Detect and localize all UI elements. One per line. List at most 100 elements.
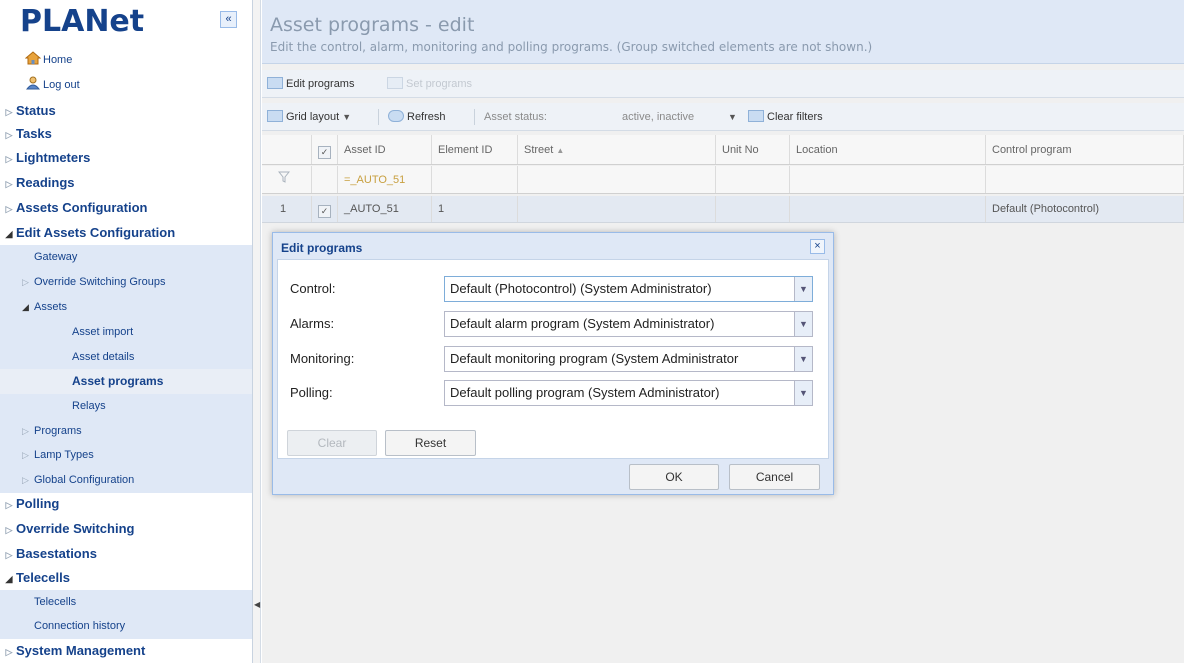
filter-icon	[262, 166, 312, 193]
asset-status-dropdown[interactable]: ▼	[728, 108, 737, 126]
nav-system-management-label: System Management	[16, 643, 146, 658]
nav-basestations[interactable]: ▷ Basestations	[0, 541, 252, 566]
sidebar-item-global-configuration[interactable]: ▷ Global Configuration	[0, 468, 252, 493]
control-select[interactable]: Default (Photocontrol) (System Administr…	[444, 276, 813, 302]
sort-asc-icon: ▲	[556, 146, 565, 155]
nav-assets-configuration[interactable]: ▷ Assets Configuration	[0, 195, 252, 220]
filter-unit-no[interactable]	[716, 166, 790, 193]
collapse-sidebar-button[interactable]: «	[220, 11, 237, 28]
nav-readings[interactable]: ▷ Readings	[0, 170, 252, 195]
select-all-checkbox[interactable]: ✓	[318, 146, 331, 159]
table-row[interactable]: 1 ✓ _AUTO_51 1 Default (Photocontrol)	[262, 196, 1184, 223]
clear-button[interactable]: Clear	[287, 430, 377, 456]
ok-button[interactable]: OK	[629, 464, 719, 490]
nav-tasks[interactable]: ▷ Tasks	[0, 121, 252, 146]
set-programs-label: Set programs	[406, 78, 473, 90]
nav-status[interactable]: ▷ Status	[0, 98, 252, 123]
column-header-asset-id[interactable]: Asset ID	[338, 135, 432, 164]
filter-cell	[312, 166, 338, 193]
sidebar-item-assets[interactable]: ◢ Assets	[0, 295, 252, 320]
grid-layout-label: Grid layout	[286, 111, 340, 123]
expand-arrow-icon: ▷	[22, 426, 29, 436]
chevron-down-icon[interactable]: ▼	[794, 312, 812, 336]
sidebar-item-gateway[interactable]: Gateway	[0, 245, 252, 270]
alarms-select[interactable]: Default alarm program (System Administra…	[444, 311, 813, 337]
nav-lightmeters[interactable]: ▷ Lightmeters	[0, 145, 252, 170]
sidebar-item-label: Connection history	[34, 620, 126, 632]
grid-header: ✓ Asset ID Element ID Street ▲ Unit No L…	[262, 135, 1184, 165]
refresh-button[interactable]: Refresh	[388, 108, 446, 126]
sidebar-item-label: Assets	[34, 301, 68, 313]
expand-arrow-icon: ▷	[22, 450, 29, 460]
polling-select[interactable]: Default polling program (System Administ…	[444, 380, 813, 406]
sidebar-item-asset-details[interactable]: Asset details	[0, 345, 252, 370]
nav-system-management[interactable]: ▷ System Management	[0, 638, 252, 663]
chevron-down-icon: ▼	[728, 112, 737, 122]
sidebar-splitter[interactable]: ◀	[253, 0, 261, 663]
cancel-button[interactable]: Cancel	[729, 464, 820, 490]
control-label: Control:	[290, 281, 336, 296]
asset-status-value[interactable]: active, inactive	[622, 108, 694, 126]
cell-element-id: 1	[432, 196, 518, 222]
sidebar-item-asset-programs[interactable]: Asset programs	[0, 369, 252, 394]
app-window: PLANet « Home Log out ▷ Status ▷ Tasks ▷ Li…	[0, 0, 1184, 663]
collapse-arrow-icon: ◢	[22, 302, 29, 312]
sidebar-item-connection-history[interactable]: Connection history	[0, 614, 252, 639]
logout-link[interactable]: Log out	[25, 75, 80, 95]
column-header-unit-no[interactable]: Unit No	[716, 135, 790, 164]
toolbar-separator	[378, 109, 379, 125]
toolbar-separator	[474, 109, 475, 125]
sidebar-item-label: Telecells	[34, 596, 77, 608]
grid-layout-button[interactable]: Grid layout ▼	[267, 108, 351, 126]
column-header-control-program[interactable]: Control program	[986, 135, 1184, 164]
close-icon[interactable]: ×	[810, 239, 825, 254]
monitoring-select[interactable]: Default monitoring program (System Admin…	[444, 346, 813, 372]
sidebar-item-label: Asset details	[72, 351, 135, 363]
user-icon	[25, 76, 41, 90]
filter-street[interactable]	[518, 166, 716, 193]
nav-readings-label: Readings	[16, 175, 75, 190]
column-header-location[interactable]: Location	[790, 135, 986, 164]
column-header-element-id[interactable]: Element ID	[432, 135, 518, 164]
collapse-arrow-icon: ◢	[5, 229, 13, 239]
filter-element-id[interactable]	[432, 166, 518, 193]
nav-telecells[interactable]: ◢ Telecells	[0, 565, 252, 590]
nav-edit-assets-configuration[interactable]: ◢ Edit Assets Configuration	[0, 220, 252, 245]
home-link[interactable]: Home	[24, 50, 72, 70]
grid-layout-icon	[267, 110, 283, 122]
filter-location[interactable]	[790, 166, 986, 193]
chevron-down-icon[interactable]: ▼	[794, 277, 812, 301]
reset-button[interactable]: Reset	[385, 430, 476, 456]
nav-polling-label: Polling	[16, 496, 60, 511]
row-checkbox[interactable]: ✓	[318, 205, 331, 218]
sidebar-item-relays[interactable]: Relays	[0, 394, 252, 419]
asset-status-label: Asset status:	[484, 111, 547, 123]
sidebar-item-label: Programs	[34, 425, 82, 437]
filter-control-program[interactable]	[986, 166, 1184, 193]
set-programs-button[interactable]: Set programs	[387, 75, 472, 93]
nav-override-switching[interactable]: ▷ Override Switching	[0, 516, 252, 541]
filter-asset-id[interactable]: =_AUTO_51	[338, 166, 432, 193]
column-header-street[interactable]: Street ▲	[518, 135, 716, 164]
edit-programs-button[interactable]: Edit programs	[267, 75, 354, 93]
collapse-left-icon[interactable]: ◀	[254, 600, 260, 609]
nav-polling[interactable]: ▷ Polling	[0, 491, 252, 516]
select-all-header[interactable]: ✓	[312, 135, 338, 164]
chevron-down-icon: ▼	[342, 112, 352, 122]
sidebar-item-lamp-types[interactable]: ▷ Lamp Types	[0, 443, 252, 468]
chevron-down-icon[interactable]: ▼	[794, 381, 812, 405]
chevron-down-icon[interactable]: ▼	[794, 347, 812, 371]
nav-status-label: Status	[16, 103, 56, 118]
row-checkbox-cell[interactable]: ✓	[312, 196, 338, 222]
expand-arrow-icon: ▷	[22, 475, 29, 485]
collapse-arrow-icon: ◢	[5, 574, 13, 584]
sidebar-item-programs[interactable]: ▷ Programs	[0, 419, 252, 444]
sidebar-item-telecells[interactable]: Telecells	[0, 590, 252, 615]
row-number: 1	[262, 196, 312, 222]
row-number-header	[262, 135, 312, 164]
sidebar-item-asset-import[interactable]: Asset import	[0, 320, 252, 345]
home-icon	[24, 51, 42, 65]
sidebar-item-override-switching-groups[interactable]: ▷ Override Switching Groups	[0, 270, 252, 295]
sidebar-item-label: Override Switching Groups	[34, 276, 166, 288]
clear-filters-button[interactable]: Clear filters	[748, 108, 823, 126]
